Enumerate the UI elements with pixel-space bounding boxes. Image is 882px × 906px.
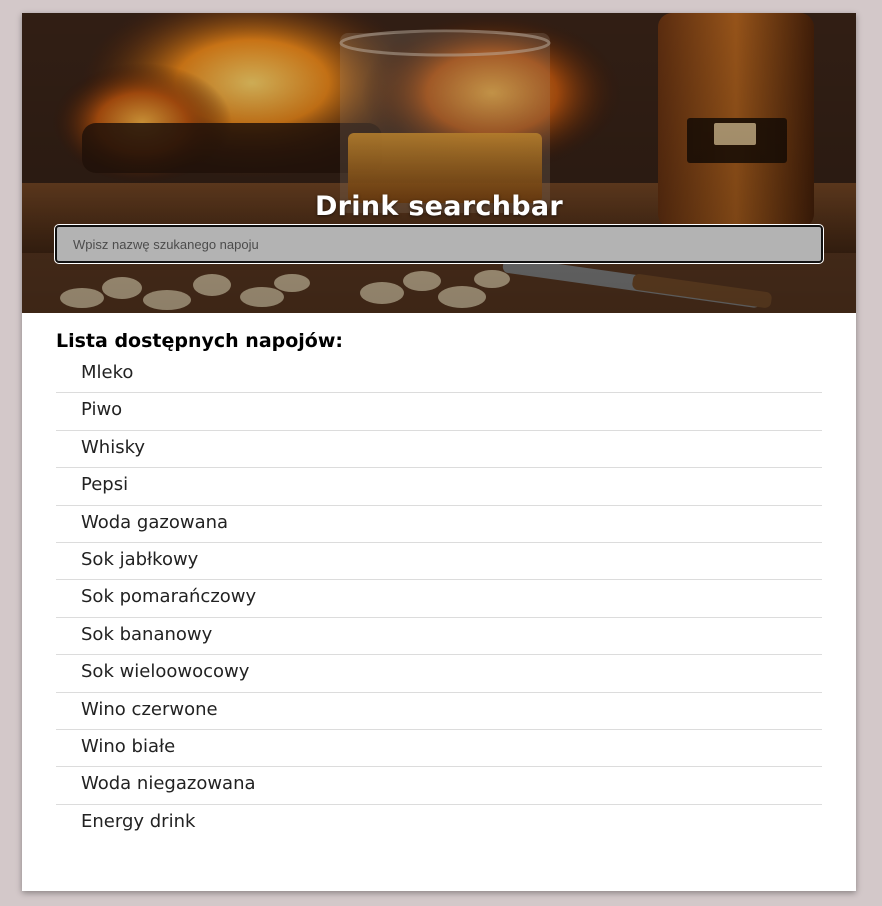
hero-banner: Drink searchbar [22, 13, 856, 313]
drink-list: Mleko Piwo Whisky Pepsi Woda gazowana So… [56, 356, 822, 842]
main-card: Drink searchbar Lista dostępnych napojów… [22, 13, 856, 891]
list-item: Pepsi [56, 468, 822, 506]
list-item: Sok bananowy [56, 618, 822, 656]
page-title: Drink searchbar [314, 191, 564, 222]
list-item: Sok wieloowocowy [56, 655, 822, 693]
list-item: Woda gazowana [56, 506, 822, 543]
list-item: Sok pomarańczowy [56, 580, 822, 618]
list-item: Whisky [56, 431, 822, 469]
list-item: Mleko [56, 356, 822, 394]
search-input[interactable] [54, 224, 824, 264]
list-item: Woda niegazowana [56, 767, 822, 805]
drink-list-section: Lista dostępnych napojów: Mleko Piwo Whi… [56, 326, 822, 842]
list-item: Energy drink [81, 810, 196, 832]
list-item: Wino czerwone [56, 693, 822, 730]
list-heading: Lista dostępnych napojów: [56, 330, 344, 352]
list-item: Piwo [56, 393, 822, 431]
hero-background-image [22, 13, 856, 313]
list-item: Wino białe [56, 730, 822, 768]
list-item: Sok jabłkowy [56, 543, 822, 581]
